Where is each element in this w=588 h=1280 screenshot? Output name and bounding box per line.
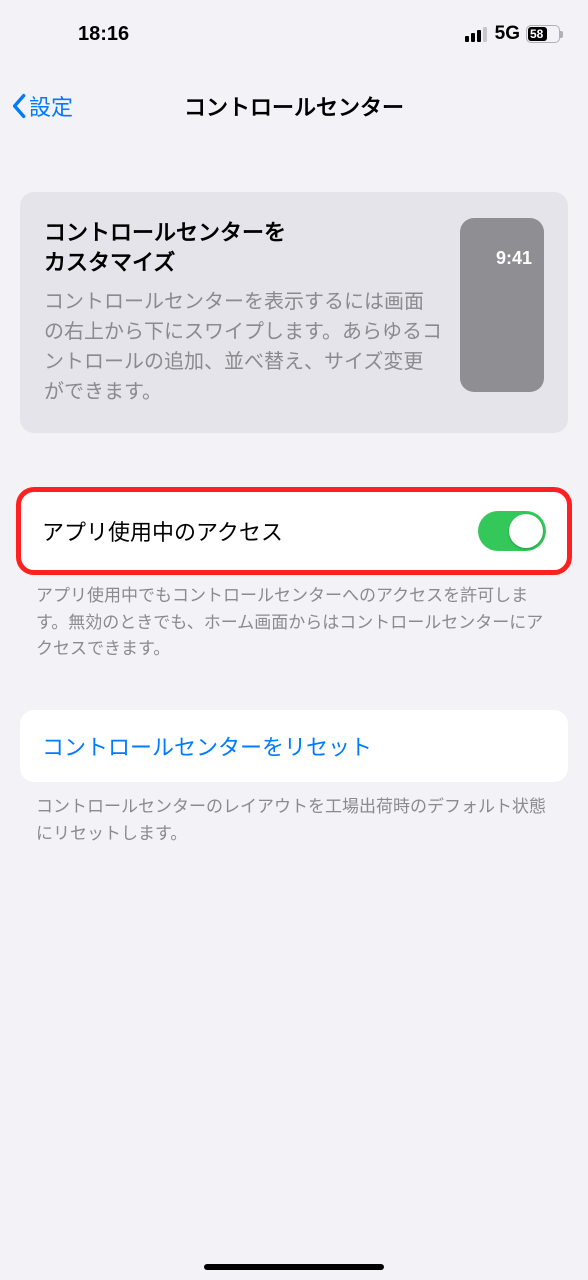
reset-control-center-row[interactable]: コントロールセンターをリセット [20,710,568,782]
back-label: 設定 [29,90,73,122]
info-desc: コントロールセンターを表示するには画面の右上から下にスワイプします。あらゆるコン… [44,287,442,407]
toggle-knob [509,514,543,548]
battery-percent: 58 [527,27,559,41]
network-label: 5G [495,23,520,45]
access-toggle[interactable] [478,511,546,551]
preview-time: 9:41 [496,248,532,269]
battery-icon: 58 [526,25,560,43]
customize-info-card: コントロールセンターを カスタマイズ コントロールセンターを表示するには画面の右… [20,192,568,433]
reset-group: コントロールセンターをリセット コントロールセンターのレイアウトを工場出荷時のデ… [0,710,588,847]
status-right: 5G 58 [465,23,560,45]
page-title: コントロールセンター [184,90,404,122]
chevron-left-icon [10,93,27,119]
info-title: コントロールセンターを カスタマイズ [44,218,442,277]
status-bar: 18:16 5G 58 [0,0,588,54]
access-note: アプリ使用中でもコントロールセンターへのアクセスを許可します。無効のときでも、ホ… [36,583,552,662]
status-time: 18:16 [28,23,129,46]
home-indicator [204,1264,384,1270]
device-preview-icon: 9:41 [460,218,544,392]
reset-label: コントロールセンターをリセット [42,730,372,762]
cellular-signal-icon [465,26,487,42]
nav-header: 設定 コントロールセンター [0,76,588,136]
info-text: コントロールセンターを カスタマイズ コントロールセンターを表示するには画面の右… [44,218,442,407]
access-within-apps-row[interactable]: アプリ使用中のアクセス [20,491,568,571]
access-group: アプリ使用中のアクセス アプリ使用中でもコントロールセンターへのアクセスを許可し… [0,491,588,662]
back-button[interactable]: 設定 [10,90,73,122]
reset-note: コントロールセンターのレイアウトを工場出荷時のデフォルト状態にリセットします。 [36,794,552,847]
access-label: アプリ使用中のアクセス [42,515,283,547]
